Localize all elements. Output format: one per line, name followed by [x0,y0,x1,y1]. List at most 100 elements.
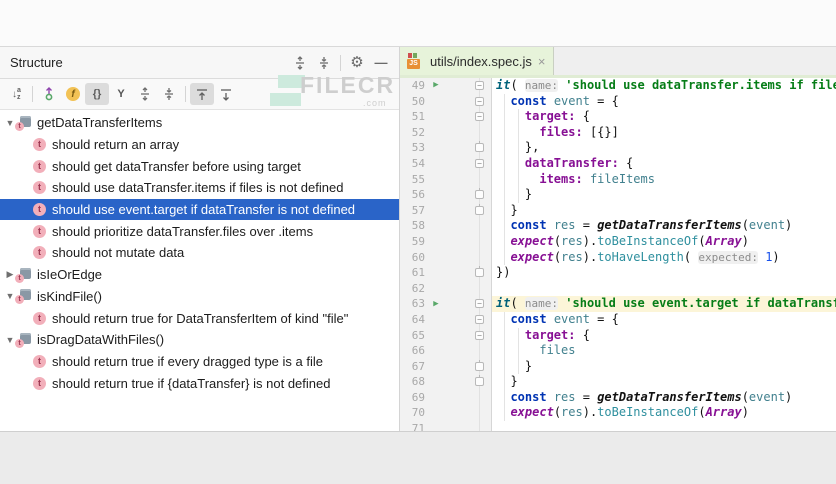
token-pln: }) [496,265,511,280]
code-text: const res = getDataTransferItems(event) [492,218,836,234]
tree-item[interactable]: t should use dataTransfer.items if files … [0,177,399,199]
fold-start-icon[interactable]: − [475,299,484,309]
code-line[interactable]: 50 − const event = { [400,93,836,110]
code-line[interactable]: 53 }, [400,140,836,156]
code-line[interactable]: 64 − const event = { [400,311,836,328]
code-line[interactable]: 68 } [400,374,836,390]
code-line[interactable]: 59 expect(res).toBeInstanceOf(Array) [400,233,836,250]
fold-start-icon[interactable]: − [475,330,484,340]
code-line[interactable]: 54 − dataTransfer: { [400,155,836,172]
fold-start-icon[interactable]: − [475,81,484,90]
tree-item-label: should prioritize dataTransfer.files ove… [52,223,314,239]
run-gutter-cell [427,358,445,375]
tree-item[interactable]: t should get dataTransfer before using ta… [0,155,399,177]
code-line[interactable]: 62 [400,280,836,297]
code-line[interactable]: 67 } [400,358,836,375]
tree-item[interactable]: ▼ t getDataTransferItems [0,112,399,134]
tree-item[interactable]: t should not mutate data [0,242,399,264]
token-pln: ( [741,389,749,404]
tree-item[interactable]: t should prioritize dataTransfer.files ov… [0,220,399,242]
code-line[interactable]: 70 expect(res).toBeInstanceOf(Array) [400,405,836,422]
collapse-all-icon[interactable] [157,83,181,105]
tree-item[interactable]: t should use event.target if dataTransfer… [0,198,399,221]
token-pln: { [618,155,634,170]
run-gutter-cell [427,374,445,390]
token-pln: ). [582,233,598,248]
code-line[interactable]: 56 } [400,187,836,203]
token-pln: ( [510,296,525,311]
tree-item[interactable]: t should return true if every dragged typ… [0,351,399,373]
fold-gutter-cell [445,218,492,234]
fold-start-icon[interactable]: − [475,96,484,106]
token-pln [547,312,554,326]
fold-gutter-cell [445,187,492,203]
code-line[interactable]: 55 items: fileItems [400,171,836,188]
fold-end-icon[interactable] [475,141,484,153]
collapse-all-icon[interactable] [312,52,336,74]
fold-gutter-cell [445,405,492,422]
token-hint: name: [524,297,559,311]
code-line[interactable]: 69 const res = getDataTransferItems(even… [400,389,836,406]
code-line[interactable]: 52 files: [{}] [400,124,836,141]
fold-start-icon[interactable]: − [475,314,484,324]
line-number: 67 [400,358,427,375]
code-text: }) [492,265,836,281]
fold-start-icon[interactable]: − [475,158,484,168]
code-line[interactable]: 65 − target: { [400,327,836,344]
separator [340,54,341,71]
run-test-icon[interactable]: ▶ [427,296,445,312]
code-line[interactable]: 71 [400,421,836,431]
tree-item[interactable]: ▶ t isIeOrEdge [0,264,399,286]
token-pln: ) [741,405,749,420]
tree-item[interactable]: t should return an array [0,134,399,156]
code-text: } [492,187,836,203]
fold-end-icon[interactable] [475,188,484,200]
token-pln: ) [772,249,780,264]
group-merge-icon[interactable]: Y [109,83,133,105]
code-line[interactable]: 66 files [400,343,836,359]
code-line[interactable]: 49 ▶ − it( name: 'should use dataTransfer.i… [400,78,836,94]
run-gutter-cell [427,327,445,344]
fold-end-icon[interactable] [475,266,484,278]
settings-gear-icon[interactable]: ⚙ [345,52,369,74]
tab-utils-index-spec-js[interactable]: JS utils/index.spec.js × [400,47,555,75]
expand-all-icon[interactable] [133,83,157,105]
autoscroll-to-source-icon[interactable] [190,83,214,105]
close-tab-icon[interactable]: × [538,55,546,68]
autoscroll-from-source-icon[interactable] [214,83,238,105]
structure-panel-header: Structure ⚙ — [0,47,399,79]
show-functions-icon[interactable]: {} [85,83,109,105]
code-line[interactable]: 57 } [400,202,836,219]
token-prop: items: [539,171,583,186]
token-fnexp: expect [510,405,554,420]
show-inherited-icon[interactable] [37,83,61,105]
sort-alphabetically-icon[interactable]: ↓ az [4,83,28,105]
code-pane[interactable]: 49 ▶ − it( name: 'should use dataTransfer.i… [400,78,836,431]
tree-item[interactable]: t should return true for DataTransferItem… [0,307,399,329]
run-test-icon[interactable]: ▶ [427,78,445,94]
fold-end-icon[interactable] [475,359,484,371]
code-line[interactable]: 51 − target: { [400,109,836,125]
run-gutter-cell [427,249,445,266]
fold-end-icon[interactable] [475,375,484,387]
line-number: 64 [400,311,427,328]
fold-start-icon[interactable]: − [475,112,484,122]
show-fields-icon[interactable]: f [61,83,85,105]
code-line[interactable]: 61}) [400,265,836,281]
tree-item[interactable]: ▼ t isKindFile() [0,286,399,308]
token-prop: target: [524,109,576,124]
hide-panel-icon[interactable]: — [369,52,393,74]
expand-all-icon[interactable] [288,52,312,74]
code-line[interactable]: 58 const res = getDataTransferItems(even… [400,218,836,234]
code-line[interactable]: 60 expect(res).toHaveLength( expected: 1… [400,249,836,266]
tree-item[interactable]: ▼ t isDragDataWithFiles() [0,329,399,351]
run-gutter-cell [427,218,445,234]
fold-end-icon[interactable] [475,203,484,215]
fold-gutter-cell: − [445,155,492,172]
structure-tree: ▼ t getDataTransferItems t should return an … [0,110,399,431]
token-pln: = { [589,311,619,326]
token-vr: event [553,93,590,108]
code-line[interactable]: 63 ▶ − it( name: 'should use event.target i… [400,296,836,312]
token-vr: files [539,343,576,358]
tree-item[interactable]: t should return true if {dataTransfer} is… [0,372,399,394]
